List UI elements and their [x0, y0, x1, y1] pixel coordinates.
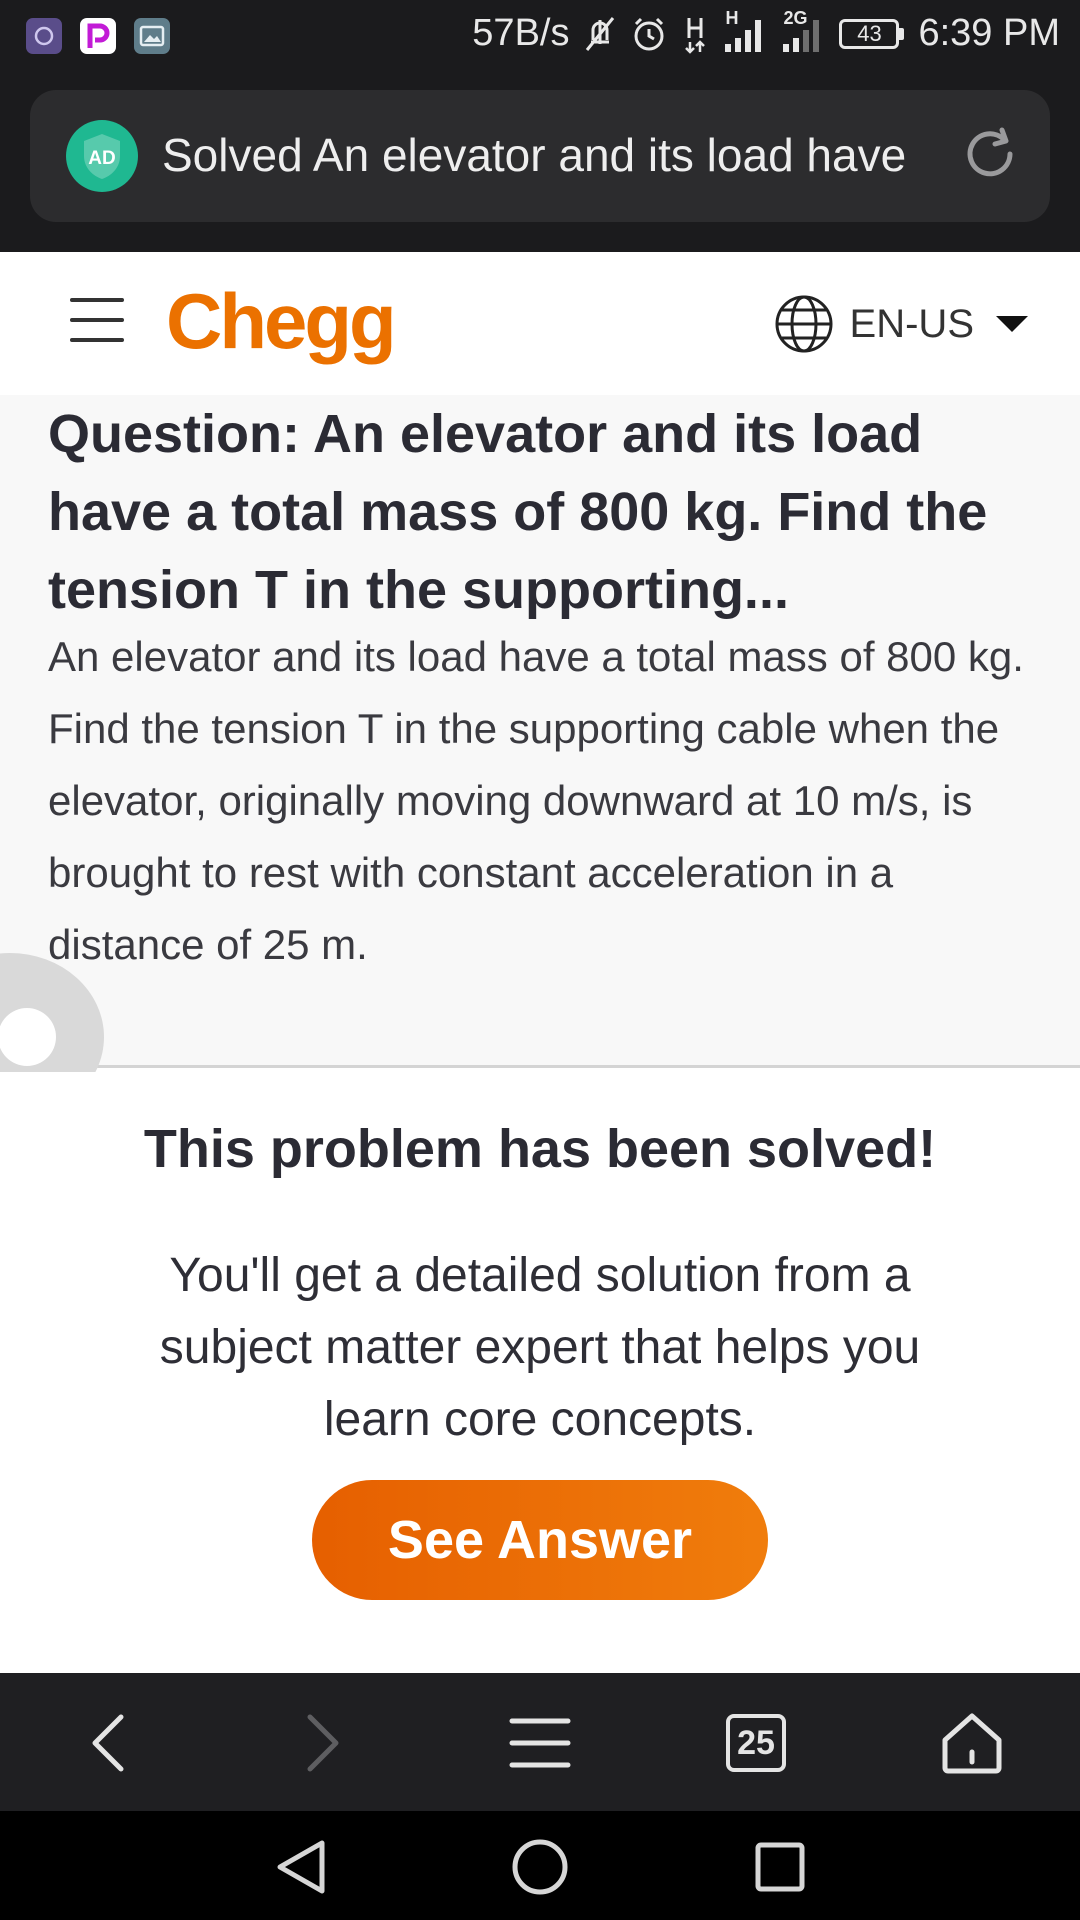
ad-block-shield-icon[interactable]: AD — [66, 120, 138, 192]
signal-2: 2G — [781, 8, 825, 54]
home-icon[interactable] — [936, 1707, 1008, 1779]
globe-icon — [775, 295, 833, 353]
chevron-down-icon — [996, 316, 1028, 332]
question-title: Question: An elevator and its load have … — [48, 404, 988, 620]
system-navigation-bar — [0, 1811, 1080, 1920]
page-title-in-address-bar[interactable]: Solved An elevator and its load have — [162, 128, 962, 182]
language-selector[interactable]: EN-US — [774, 294, 1028, 354]
system-recents-icon[interactable] — [748, 1835, 812, 1899]
solved-title: This problem has been solved! — [143, 1119, 937, 1179]
solved-description: You'll get a detailed solution from a su… — [159, 1249, 921, 1446]
status-indicators: 57B/s H 2G 43 6:39 PM — [472, 8, 1060, 55]
reload-icon[interactable] — [956, 120, 1024, 193]
data-transfer-icon — [681, 14, 709, 54]
site-header: Chegg EN-US — [0, 252, 1080, 395]
browser-address-area: AD Solved An elevator and its load have — [0, 76, 1080, 252]
system-home-icon[interactable] — [508, 1835, 572, 1899]
language-label: EN-US — [849, 301, 974, 346]
network-type-2: 2G — [783, 7, 808, 28]
chegg-logo[interactable]: Chegg — [166, 276, 397, 367]
question-body: An elevator and its load have a total ma… — [48, 633, 1024, 968]
network-speed: 57B/s — [472, 12, 570, 54]
network-type-1: H — [725, 7, 739, 28]
see-answer-button[interactable]: See Answer — [312, 1480, 768, 1600]
notification-icons — [26, 18, 170, 54]
app-notification-icon — [26, 18, 62, 54]
tab-count: 25 — [726, 1714, 786, 1772]
forward-icon[interactable] — [287, 1707, 359, 1779]
web-page: Chegg EN-US Question: An elevator and it… — [0, 252, 1080, 1673]
solved-section: This problem has been solved! You'll get… — [0, 1072, 1080, 1673]
back-icon[interactable] — [72, 1707, 144, 1779]
battery-level: 43 — [839, 18, 900, 49]
battery-icon: 43 — [839, 18, 905, 49]
system-back-icon[interactable] — [268, 1835, 332, 1899]
ad-badge-text: AD — [88, 148, 115, 169]
clock: 6:39 PM — [918, 12, 1060, 54]
status-bar: 57B/s H 2G 43 6:39 PM — [0, 0, 1080, 76]
mute-icon — [586, 16, 615, 51]
picsart-icon — [80, 18, 116, 54]
browser-toolbar: 25 — [0, 1673, 1080, 1811]
gallery-icon — [134, 18, 170, 54]
tabs-button[interactable]: 25 — [720, 1707, 792, 1779]
menu-icon[interactable] — [70, 298, 124, 342]
question-section: Question: An elevator and its load have … — [0, 395, 1080, 1068]
address-bar[interactable]: AD Solved An elevator and its load have — [30, 90, 1050, 222]
signal-1: H — [723, 8, 767, 54]
browser-menu-icon[interactable] — [504, 1707, 576, 1779]
alarm-icon — [634, 17, 664, 50]
